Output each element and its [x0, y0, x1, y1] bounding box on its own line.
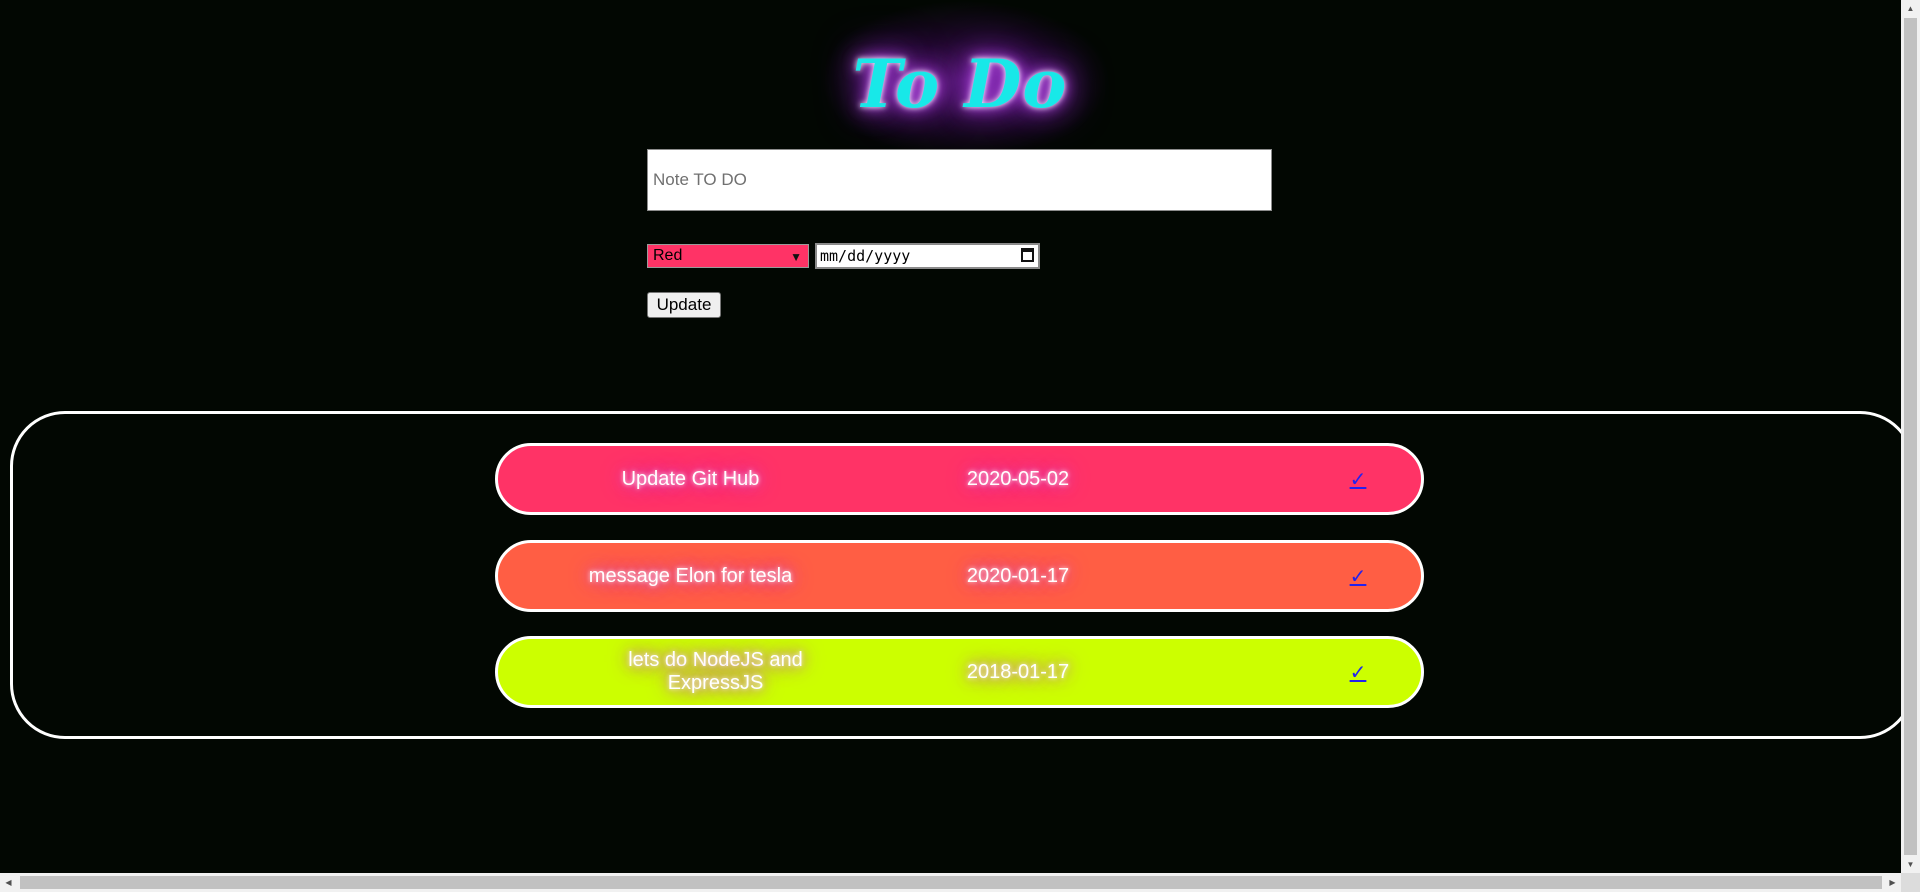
todo-item: message Elon for tesla 2020-01-17 ✓ — [495, 540, 1424, 612]
calendar-icon[interactable] — [1021, 248, 1034, 262]
date-input[interactable]: mm/dd/yyyy — [815, 243, 1040, 269]
color-select[interactable]: Red ▼ — [647, 244, 809, 268]
scroll-down-icon[interactable]: ▼ — [1901, 856, 1920, 873]
vertical-scrollbar[interactable]: ▲ ▼ — [1901, 0, 1920, 873]
check-icon[interactable]: ✓ — [1343, 446, 1373, 512]
todo-item: lets do NodeJS and ExpressJS 2018-01-17 … — [495, 636, 1424, 708]
scroll-left-icon[interactable]: ◀ — [0, 873, 17, 892]
todo-text: Update Git Hub — [621, 467, 760, 490]
scrollbar-corner — [1901, 873, 1920, 892]
scroll-up-icon[interactable]: ▲ — [1901, 0, 1920, 17]
check-icon[interactable]: ✓ — [1343, 639, 1373, 705]
todo-date: 2020-01-17 — [966, 564, 1070, 587]
todo-item: Update Git Hub 2020-05-02 ✓ — [495, 443, 1424, 515]
color-select-value: Red — [653, 247, 683, 264]
chevron-down-icon: ▼ — [790, 250, 802, 264]
scroll-right-icon[interactable]: ▶ — [1884, 873, 1901, 892]
vertical-scroll-thumb[interactable] — [1904, 18, 1917, 855]
todo-date: 2018-01-17 — [966, 660, 1070, 683]
horizontal-scrollbar[interactable]: ◀ ▶ — [0, 873, 1901, 892]
page: To Do Red ▼ mm/dd/yyyy Update Update Git… — [0, 0, 1901, 873]
todo-text: message Elon for tesla — [588, 564, 793, 587]
update-button[interactable]: Update — [647, 292, 721, 318]
date-input-placeholder: mm/dd/yyyy — [820, 247, 911, 265]
note-input[interactable] — [647, 149, 1272, 211]
page-title: To Do — [852, 45, 1068, 123]
check-icon[interactable]: ✓ — [1343, 543, 1373, 609]
todo-text: lets do NodeJS and ExpressJS — [628, 649, 803, 694]
horizontal-scroll-thumb[interactable] — [20, 876, 1882, 889]
todo-date: 2020-05-02 — [966, 467, 1070, 490]
